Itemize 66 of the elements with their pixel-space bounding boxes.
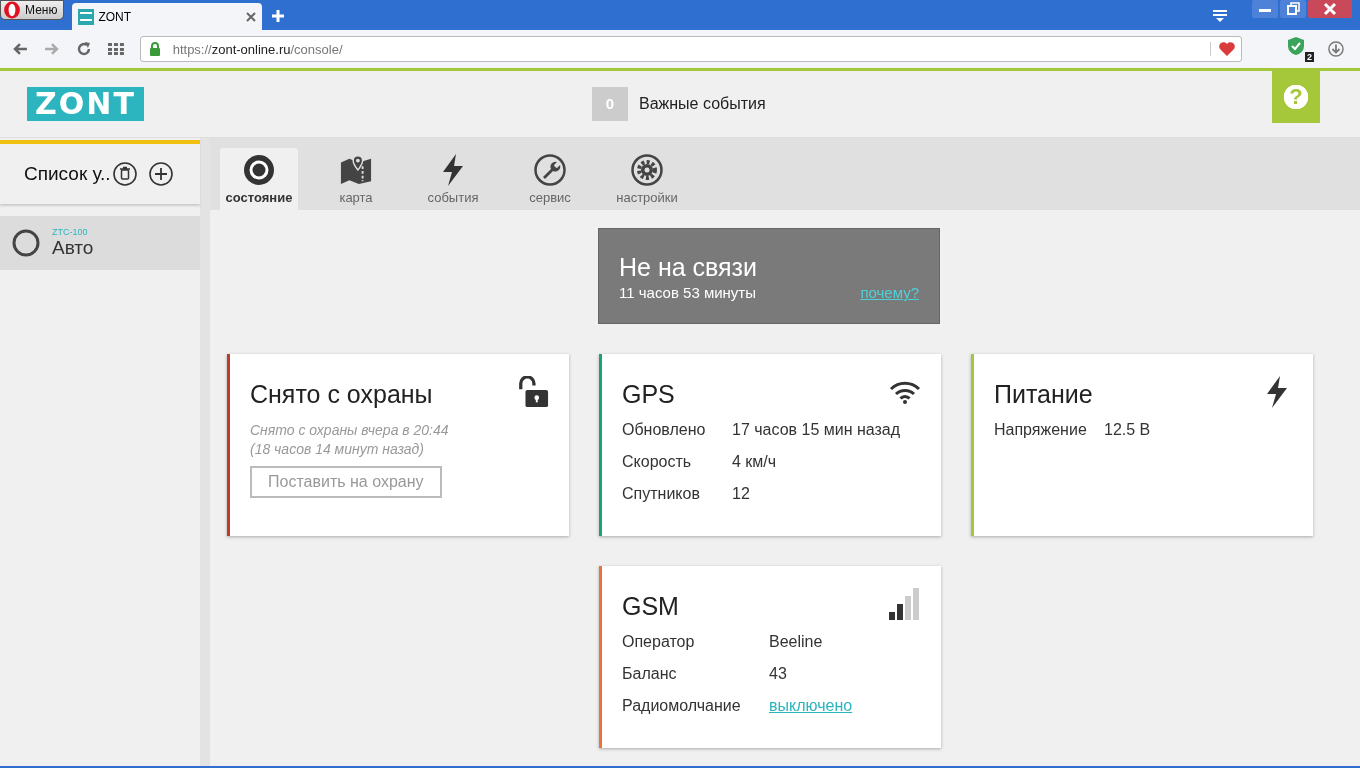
grid-icon[interactable] [107, 41, 124, 57]
close-icon[interactable] [1308, 0, 1352, 18]
nav-tab[interactable]: события [414, 148, 492, 210]
device-item[interactable]: ZTC-100 Авто [0, 216, 200, 270]
field-label: Скорость [622, 453, 693, 472]
reload-icon[interactable] [75, 41, 92, 57]
device-model: ZTC-100 [52, 227, 89, 237]
heart-icon[interactable] [1210, 42, 1236, 56]
tab-menu-icon[interactable] [1212, 9, 1228, 23]
nav-tab[interactable]: настройки [608, 148, 686, 210]
events-label[interactable]: Важные события [639, 95, 766, 113]
device-list-title: Список у.. [24, 163, 111, 185]
arm-status-note: (18 часов 14 минут назад) [250, 440, 425, 459]
wrench-icon [534, 154, 566, 186]
minimize-icon[interactable] [1252, 0, 1278, 18]
count-badge: 2 [1305, 52, 1315, 62]
map-pin-icon [340, 154, 372, 186]
status-title: Не на связи [619, 253, 759, 282]
zont-logo[interactable]: ZONT [27, 87, 144, 121]
adblock-button[interactable]: 2 [1286, 36, 1315, 62]
address-bar[interactable]: https://zont-online.ru/console/ [139, 36, 1243, 62]
nav-tab[interactable]: состояние [220, 148, 298, 210]
plus-icon[interactable] [272, 10, 285, 22]
why-link[interactable]: почему? [860, 284, 919, 301]
padlock-icon [148, 42, 161, 56]
device-name: Авто [52, 237, 94, 259]
status-circle-icon [12, 229, 40, 257]
field-label: Радиомолчание [622, 697, 742, 716]
card-title: Питание [994, 380, 1093, 409]
menu-button[interactable]: Меню [0, 0, 65, 20]
nav-tab[interactable]: сервис [511, 148, 589, 210]
close-icon[interactable] [246, 11, 257, 22]
trash-icon[interactable] [112, 162, 137, 186]
browser-tab[interactable]: ZONT [72, 3, 263, 30]
download-icon[interactable] [1328, 41, 1344, 57]
field-value: 43 [769, 665, 787, 684]
shield-check-icon [1286, 36, 1307, 56]
field-value: 12 [732, 485, 750, 504]
field-value: 17 часов 15 мин назад [732, 421, 901, 440]
field-label: Оператор [622, 633, 696, 652]
add-icon[interactable] [148, 162, 173, 186]
field-value: 4 км/ч [732, 453, 777, 472]
url-text: https://zont-online.ru/console/ [172, 41, 343, 57]
card-title: Снято с охраны [250, 380, 433, 409]
card-title: GSM [622, 592, 679, 621]
back-arrow-icon[interactable] [12, 41, 28, 57]
arm-button[interactable]: Поставить на охрану [250, 466, 442, 498]
offline-duration: 11 часов 53 минуты [619, 284, 757, 301]
signal-bars-icon [889, 588, 921, 620]
unlocked-padlock-icon [517, 376, 549, 408]
arm-status-note: Снято с охраны вчера в 20:44 [250, 421, 450, 440]
field-label: Напряжение [994, 421, 1088, 440]
field-value: 12.5 В [1104, 421, 1151, 440]
restore-icon[interactable] [1280, 0, 1306, 18]
tab-title: ZONT [98, 9, 133, 24]
field-label: Обновлено [622, 421, 707, 440]
nav-tab[interactable]: карта [317, 148, 395, 210]
tab-favicon-icon [78, 8, 95, 25]
card-title: GPS [622, 380, 675, 409]
field-value: Beeline [769, 633, 823, 652]
field-label: Спутников [622, 485, 701, 504]
field-label: Баланс [622, 665, 678, 684]
settings-icon [631, 154, 663, 186]
value-link[interactable]: выключено [769, 697, 853, 729]
circle-icon [243, 154, 275, 186]
opera-logo-icon [3, 1, 21, 19]
